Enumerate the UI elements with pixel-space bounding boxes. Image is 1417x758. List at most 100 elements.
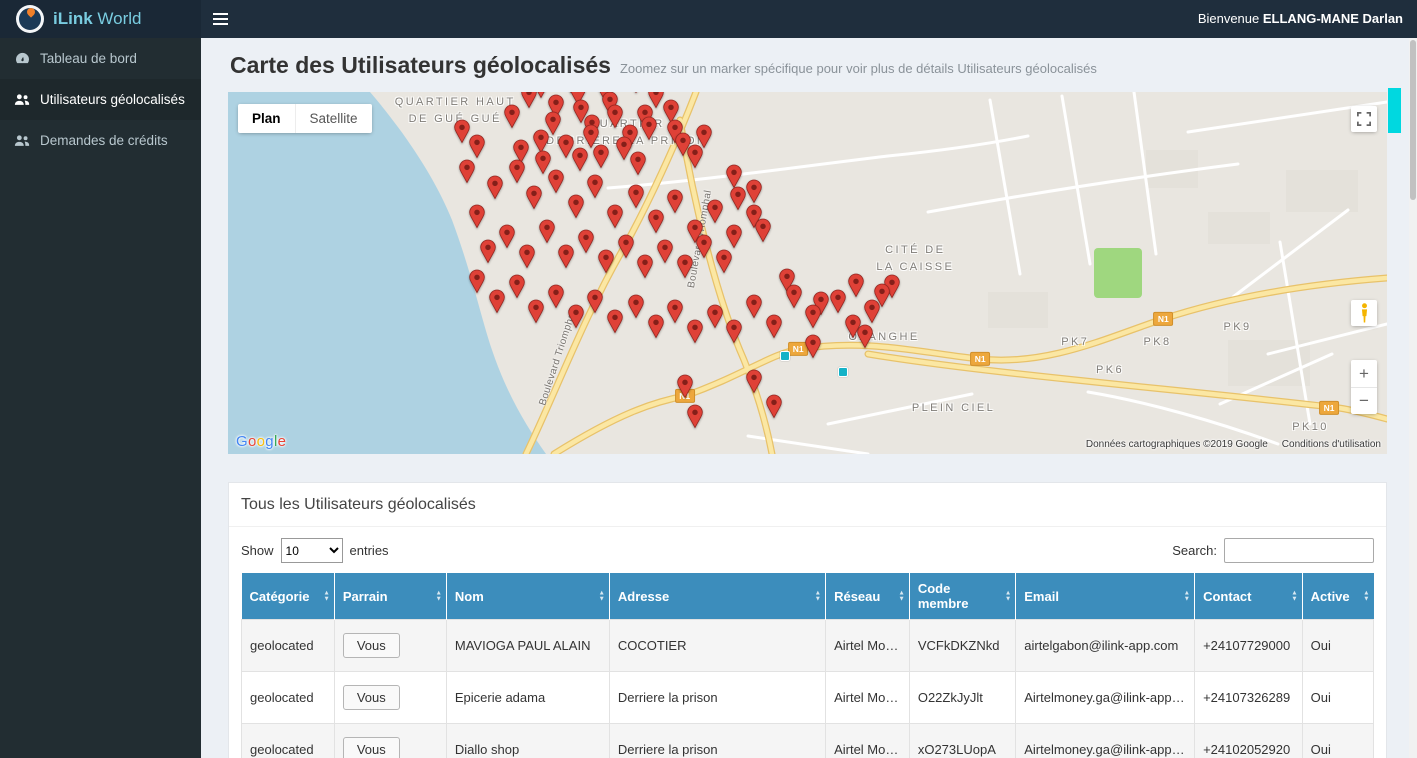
search-input[interactable]	[1224, 538, 1374, 563]
map-marker[interactable]	[587, 174, 603, 204]
sidebar-item-dashboard[interactable]: Tableau de bord	[0, 38, 201, 79]
map-marker[interactable]	[687, 319, 703, 349]
parrain-vous-button[interactable]: Vous	[343, 685, 400, 710]
map-marker[interactable]	[677, 254, 693, 284]
fullscreen-button[interactable]	[1351, 106, 1377, 132]
map-marker[interactable]	[657, 239, 673, 269]
map-marker[interactable]	[568, 194, 584, 224]
page-scrollbar[interactable]	[1409, 38, 1417, 758]
page-size-select[interactable]: 10	[281, 538, 343, 563]
parrain-vous-button[interactable]: Vous	[343, 633, 400, 658]
map-marker[interactable]	[648, 314, 664, 344]
map-marker[interactable]	[499, 224, 515, 254]
map-marker[interactable]	[630, 151, 646, 181]
route-badge-n1: N1	[970, 352, 990, 366]
map-marker[interactable]	[509, 159, 525, 189]
map-marker[interactable]	[593, 144, 609, 174]
map-marker[interactable]	[786, 284, 802, 314]
map-marker[interactable]	[805, 334, 821, 364]
map-marker[interactable]	[528, 299, 544, 329]
map-marker[interactable]	[716, 249, 732, 279]
column-header-active[interactable]: Active▲▼	[1302, 573, 1373, 620]
map-marker[interactable]	[746, 369, 762, 399]
map-marker[interactable]	[504, 104, 520, 134]
sidebar-item-credit-requests[interactable]: Demandes de crédits	[0, 120, 201, 161]
brand-logo-link[interactable]: iLink World	[0, 0, 201, 38]
map-marker[interactable]	[618, 234, 634, 264]
map-marker[interactable]	[730, 186, 746, 216]
map-marker[interactable]	[687, 404, 703, 434]
map-marker[interactable]	[598, 249, 614, 279]
page-scrollbar-thumb[interactable]	[1410, 40, 1416, 200]
map-marker[interactable]	[857, 324, 873, 354]
column-header-r-seau[interactable]: Réseau▲▼	[826, 573, 910, 620]
column-header-contact[interactable]: Contact▲▼	[1195, 573, 1303, 620]
user-menu[interactable]: Bienvenue ELLANG-MANE Darlan	[1198, 0, 1403, 38]
cell: Oui	[1302, 620, 1373, 672]
map-marker[interactable]	[707, 304, 723, 334]
cell-parrain: Vous	[334, 620, 446, 672]
column-header-email[interactable]: Email▲▼	[1016, 573, 1195, 620]
pegman-button[interactable]	[1351, 300, 1377, 326]
content-scrollbar-thumb[interactable]	[1388, 88, 1401, 133]
map-marker[interactable]	[487, 175, 503, 205]
map-marker[interactable]	[766, 314, 782, 344]
map-marker[interactable]	[454, 119, 470, 149]
map-marker[interactable]	[628, 184, 644, 214]
map-marker[interactable]	[667, 189, 683, 219]
cell: Epicerie adama	[446, 672, 609, 724]
map-marker[interactable]	[637, 254, 653, 284]
map-marker[interactable]	[480, 239, 496, 269]
column-header-code-membre[interactable]: Code membre▲▼	[909, 573, 1015, 620]
map-marker[interactable]	[489, 289, 505, 319]
map-marker[interactable]	[526, 185, 542, 215]
map-marker[interactable]	[558, 244, 574, 274]
map-marker[interactable]	[548, 284, 564, 314]
sidebar-toggle-button[interactable]	[213, 0, 253, 38]
map-marker[interactable]	[607, 204, 623, 234]
column-header-parrain[interactable]: Parrain▲▼	[334, 573, 446, 620]
map-marker[interactable]	[587, 289, 603, 319]
map-marker[interactable]	[539, 219, 555, 249]
map-marker[interactable]	[687, 144, 703, 174]
column-header-adresse[interactable]: Adresse▲▼	[609, 573, 825, 620]
map-marker[interactable]	[568, 304, 584, 334]
map-marker[interactable]	[469, 269, 485, 299]
map-marker[interactable]	[509, 274, 525, 304]
map-marker[interactable]	[548, 169, 564, 199]
map-marker[interactable]	[469, 204, 485, 234]
google-map[interactable]: QUARTIER HAUT DE GUÉ GUÉQUARTIER DERRIÈR…	[228, 92, 1387, 454]
sidebar-item-geolocated-users[interactable]: Utilisateurs géolocalisés	[0, 79, 201, 120]
map-type-satellite-button[interactable]: Satellite	[295, 104, 372, 133]
map-marker[interactable]	[648, 209, 664, 239]
map-marker[interactable]	[607, 309, 623, 339]
map-marker[interactable]	[628, 294, 644, 324]
map-type-plan-button[interactable]: Plan	[238, 104, 295, 133]
map-marker[interactable]	[766, 394, 782, 424]
map-marker[interactable]	[696, 234, 712, 264]
map-marker[interactable]	[726, 319, 742, 349]
map-marker[interactable]	[667, 299, 683, 329]
map-marker[interactable]	[641, 116, 657, 146]
zoom-out-button[interactable]: −	[1351, 387, 1377, 414]
map-marker[interactable]	[755, 218, 771, 248]
map-marker[interactable]	[519, 244, 535, 274]
terms-link[interactable]: Conditions d'utilisation	[1282, 439, 1381, 450]
map-marker[interactable]	[572, 147, 588, 177]
map-marker[interactable]	[578, 229, 594, 259]
column-header-cat-gorie[interactable]: Catégorie▲▼	[242, 573, 335, 620]
map-marker[interactable]	[746, 294, 762, 324]
map-marker[interactable]	[521, 92, 537, 114]
google-logo[interactable]: Google	[236, 433, 286, 450]
map-marker[interactable]	[628, 92, 644, 99]
map-marker[interactable]	[830, 289, 846, 319]
parrain-vous-button[interactable]: Vous	[343, 737, 400, 758]
column-header-nom[interactable]: Nom▲▼	[446, 573, 609, 620]
map-marker[interactable]	[848, 273, 864, 303]
map-marker[interactable]	[607, 104, 623, 134]
map-marker[interactable]	[459, 159, 475, 189]
zoom-in-button[interactable]: +	[1351, 360, 1377, 387]
map-marker[interactable]	[707, 199, 723, 229]
map-marker[interactable]	[805, 304, 821, 334]
map-marker[interactable]	[677, 374, 693, 404]
